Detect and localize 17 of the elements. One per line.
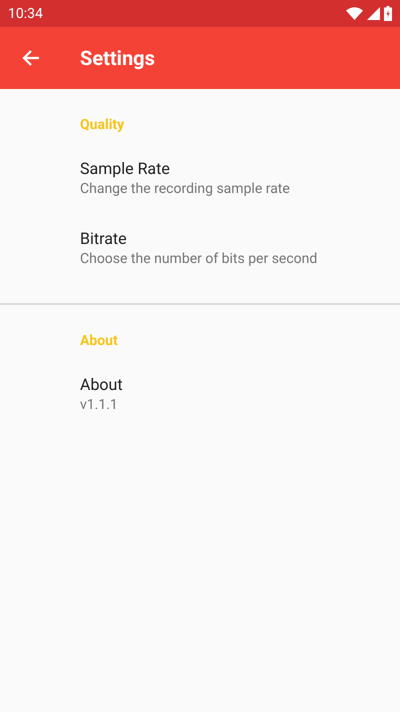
- preference-item[interactable]: About v1.1.1: [80, 367, 123, 423]
- preference-item[interactable]: Bitrate Choose the number of bits per second: [80, 221, 318, 277]
- wifi-icon: [346, 7, 363, 20]
- preference-summary: Choose the number of bits per second: [80, 251, 318, 267]
- battery-icon: [384, 6, 392, 21]
- screen-title: Settings: [80, 46, 155, 70]
- section-header: About: [80, 333, 118, 349]
- status-time: 10:34: [8, 6, 43, 22]
- preference-title: Sample Rate: [80, 159, 170, 178]
- section-header: Quality: [80, 117, 124, 133]
- preference-title: About: [80, 375, 123, 394]
- signal-icon: [367, 7, 380, 20]
- preference-summary: Change the recording sample rate: [80, 181, 290, 197]
- back-button[interactable]: [21, 48, 41, 68]
- preference-title: Bitrate: [80, 229, 127, 248]
- preference-summary: v1.1.1: [80, 397, 118, 413]
- preference-item[interactable]: Sample Rate Change the recording sample rate: [80, 151, 290, 207]
